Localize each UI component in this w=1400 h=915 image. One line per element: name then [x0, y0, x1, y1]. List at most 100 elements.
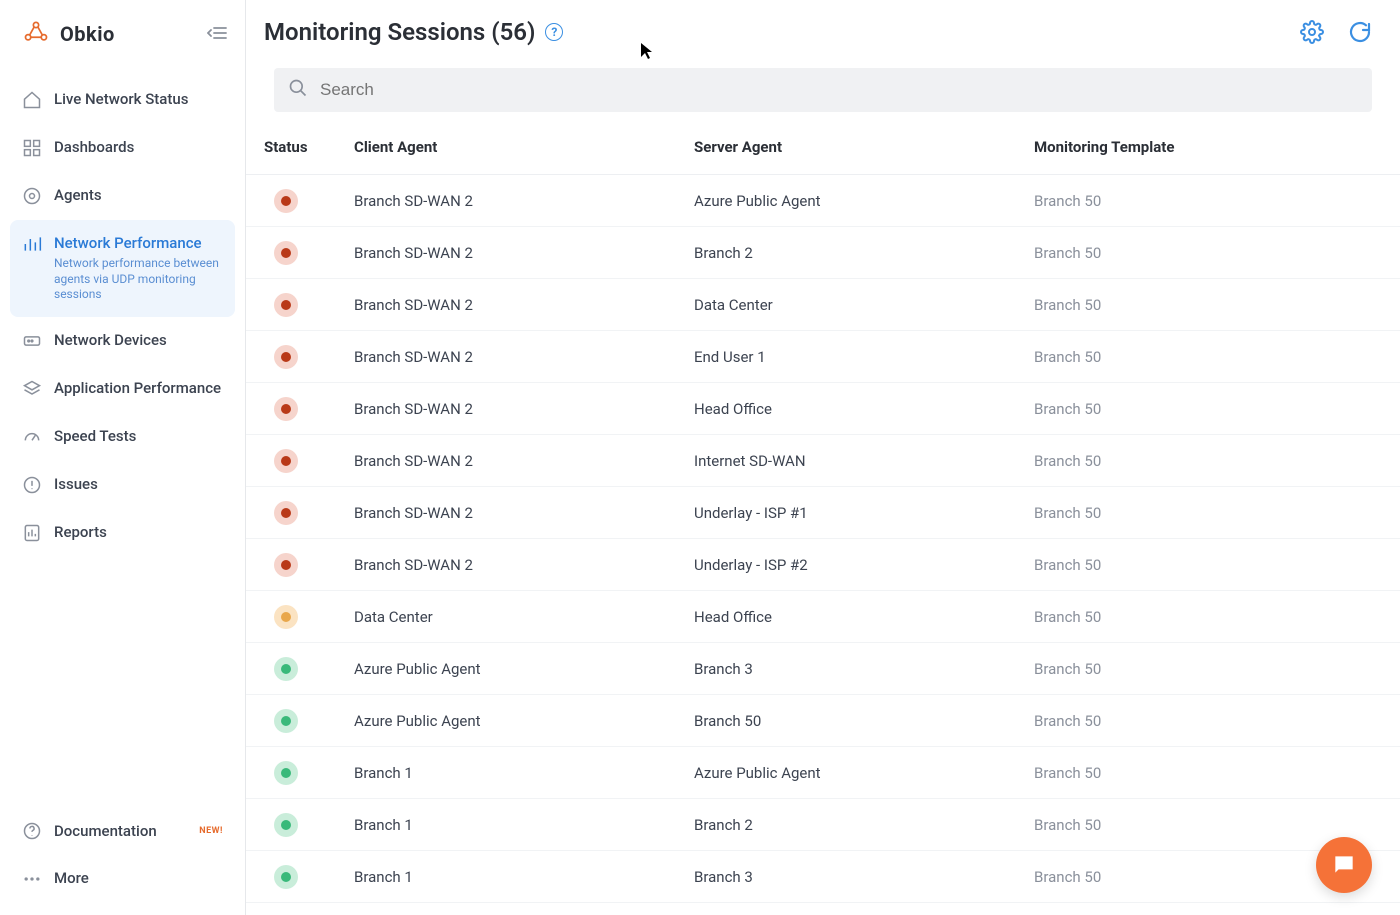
sidebar-nav: Live Network Status Dashboards Agents — [0, 68, 245, 799]
template-cell: Branch 50 — [1022, 747, 1400, 799]
server-agent-cell: Underlay - ISP #2 — [682, 539, 1022, 591]
template-cell: Branch 50 — [1022, 643, 1400, 695]
template-cell: Branch 50 — [1022, 435, 1400, 487]
server-agent-cell: Underlay - ISP #1 — [682, 487, 1022, 539]
table-row[interactable]: Branch SD-WAN 2End User 1Branch 50 — [246, 331, 1400, 383]
search-icon — [288, 78, 308, 102]
template-cell: Branch 50 — [1022, 539, 1400, 591]
column-header-client[interactable]: Client Agent — [342, 120, 682, 175]
table-row[interactable]: Branch SD-WAN 2Underlay - ISP #1Branch 5… — [246, 487, 1400, 539]
column-header-server[interactable]: Server Agent — [682, 120, 1022, 175]
column-header-status[interactable]: Status — [246, 120, 342, 175]
sidebar-item-network-performance[interactable]: Network Performance Network performance … — [10, 220, 235, 317]
client-agent-cell: Branch SD-WAN 2 — [342, 487, 682, 539]
table-row[interactable]: Branch 1Data CenterBranch 50 — [246, 903, 1400, 915]
sidebar-item-label: Live Network Status — [54, 90, 188, 108]
client-agent-cell: Branch SD-WAN 2 — [342, 539, 682, 591]
server-agent-cell: Branch 2 — [682, 227, 1022, 279]
devices-icon — [22, 331, 42, 351]
collapse-sidebar-button[interactable] — [207, 25, 227, 44]
table-row[interactable]: Branch SD-WAN 2Branch 2Branch 50 — [246, 227, 1400, 279]
sidebar-item-speed-tests[interactable]: Speed Tests — [10, 413, 235, 461]
sidebar-item-issues[interactable]: Issues — [10, 461, 235, 509]
status-indicator — [274, 865, 298, 889]
template-cell: Branch 50 — [1022, 279, 1400, 331]
logo-icon — [22, 18, 50, 50]
sidebar-item-label: Network Performance — [54, 234, 223, 252]
status-indicator — [274, 501, 298, 525]
sidebar-item-live-network-status[interactable]: Live Network Status — [10, 76, 235, 124]
sidebar-item-label: Agents — [54, 186, 102, 204]
layers-icon — [22, 379, 42, 399]
server-agent-cell: Azure Public Agent — [682, 175, 1022, 227]
refresh-button[interactable] — [1348, 20, 1372, 44]
sidebar-item-more[interactable]: More — [10, 855, 235, 903]
client-agent-cell: Branch SD-WAN 2 — [342, 279, 682, 331]
server-agent-cell: Branch 2 — [682, 799, 1022, 851]
sidebar-item-documentation[interactable]: Documentation NEW! — [10, 807, 235, 855]
server-agent-cell: Data Center — [682, 279, 1022, 331]
sidebar-item-network-devices[interactable]: Network Devices — [10, 317, 235, 365]
client-agent-cell: Branch SD-WAN 2 — [342, 227, 682, 279]
gauge-icon — [22, 427, 42, 447]
sidebar-item-label: Dashboards — [54, 138, 134, 156]
status-indicator — [274, 761, 298, 785]
column-header-template[interactable]: Monitoring Template — [1022, 120, 1400, 175]
table-row[interactable]: Branch 1Branch 3Branch 50 — [246, 851, 1400, 903]
template-cell: Branch 50 — [1022, 227, 1400, 279]
client-agent-cell: Data Center — [342, 591, 682, 643]
reports-icon — [22, 523, 42, 543]
sidebar-item-agents[interactable]: Agents — [10, 172, 235, 220]
sidebar-item-label: Speed Tests — [54, 427, 136, 445]
template-cell: Branch 50 — [1022, 903, 1400, 915]
search-input[interactable] — [320, 80, 1358, 100]
sidebar-item-application-performance[interactable]: Application Performance — [10, 365, 235, 413]
table-row[interactable]: Azure Public AgentBranch 50Branch 50 — [246, 695, 1400, 747]
client-agent-cell: Branch 1 — [342, 851, 682, 903]
client-agent-cell: Branch SD-WAN 2 — [342, 383, 682, 435]
sessions-table-wrap[interactable]: Status Client Agent Server Agent Monitor… — [246, 120, 1400, 915]
table-row[interactable]: Branch 1Azure Public AgentBranch 50 — [246, 747, 1400, 799]
server-agent-cell: Azure Public Agent — [682, 747, 1022, 799]
sidebar-item-label: Network Devices — [54, 331, 167, 349]
table-row[interactable]: Branch SD-WAN 2Internet SD-WANBranch 50 — [246, 435, 1400, 487]
settings-button[interactable] — [1300, 20, 1324, 44]
help-icon — [22, 821, 42, 841]
table-row[interactable]: Branch SD-WAN 2Data CenterBranch 50 — [246, 279, 1400, 331]
table-row[interactable]: Azure Public AgentBranch 3Branch 50 — [246, 643, 1400, 695]
search-bar[interactable] — [274, 68, 1372, 112]
client-agent-cell: Branch SD-WAN 2 — [342, 435, 682, 487]
client-agent-cell: Branch SD-WAN 2 — [342, 331, 682, 383]
sidebar-item-desc: Network performance between agents via U… — [54, 256, 223, 303]
template-cell: Branch 50 — [1022, 487, 1400, 539]
table-row[interactable]: Branch SD-WAN 2Head OfficeBranch 50 — [246, 383, 1400, 435]
table-row[interactable]: Branch SD-WAN 2Azure Public AgentBranch … — [246, 175, 1400, 227]
server-agent-cell: Head Office — [682, 383, 1022, 435]
main-content: Monitoring Sessions (56) ? — [246, 0, 1400, 915]
sidebar-item-reports[interactable]: Reports — [10, 509, 235, 557]
status-indicator — [274, 189, 298, 213]
brand-name: Obkio — [60, 22, 115, 46]
client-agent-cell: Azure Public Agent — [342, 695, 682, 747]
chat-button[interactable] — [1316, 837, 1372, 893]
page-header: Monitoring Sessions (56) ? — [246, 0, 1400, 60]
table-row[interactable]: Data CenterHead OfficeBranch 50 — [246, 591, 1400, 643]
status-indicator — [274, 657, 298, 681]
template-cell: Branch 50 — [1022, 695, 1400, 747]
server-agent-cell: Branch 50 — [682, 695, 1022, 747]
help-button[interactable]: ? — [545, 23, 563, 41]
status-indicator — [274, 449, 298, 473]
status-indicator — [274, 293, 298, 317]
sidebar-item-label: More — [54, 869, 89, 887]
server-agent-cell: Data Center — [682, 903, 1022, 915]
new-badge: NEW! — [199, 826, 223, 836]
status-indicator — [274, 709, 298, 733]
dashboard-icon — [22, 138, 42, 158]
client-agent-cell: Branch 1 — [342, 747, 682, 799]
sidebar-item-dashboards[interactable]: Dashboards — [10, 124, 235, 172]
client-agent-cell: Azure Public Agent — [342, 643, 682, 695]
table-row[interactable]: Branch 1Branch 2Branch 50 — [246, 799, 1400, 851]
table-row[interactable]: Branch SD-WAN 2Underlay - ISP #2Branch 5… — [246, 539, 1400, 591]
status-indicator — [274, 397, 298, 421]
brand[interactable]: Obkio — [22, 18, 115, 50]
